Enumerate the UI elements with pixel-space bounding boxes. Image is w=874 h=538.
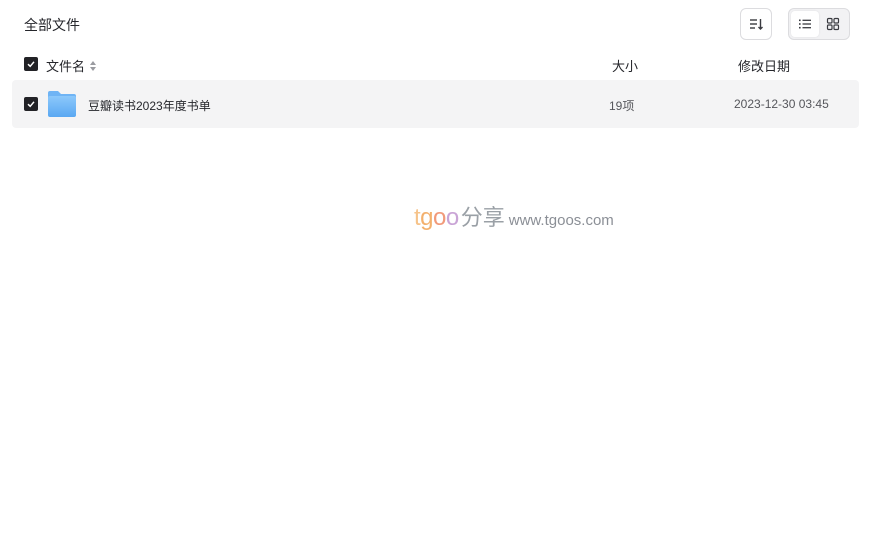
breadcrumb[interactable]: 全部文件 [24, 15, 80, 35]
list-view-icon [799, 19, 811, 29]
column-header-size: 大小 [612, 59, 639, 74]
sort-toggle-icon [90, 60, 97, 71]
column-header-name[interactable]: 文件名 [46, 56, 97, 75]
select-all-checkbox[interactable] [24, 57, 38, 71]
watermark-logo-cn: 分享 [460, 205, 505, 230]
column-header-date: 修改日期 [738, 59, 791, 74]
check-icon [27, 61, 35, 68]
watermark-logo-o1: o [433, 204, 446, 231]
watermark-logo-g: g [420, 204, 434, 231]
file-modified-date: 2023-12-30 03:45 [734, 97, 829, 111]
watermark-logo: tgoo [414, 204, 459, 232]
watermark-logo-o2: o [445, 204, 459, 231]
file-name[interactable]: 豆瓣读书2023年度书单 [88, 97, 211, 114]
column-header-name-label: 文件名 [46, 59, 86, 74]
sort-descending-icon [750, 19, 763, 30]
file-size: 19项 [609, 99, 635, 113]
watermark: tgoo 分享 www.tgoos.com [414, 200, 614, 232]
table-row[interactable]: 豆瓣读书2023年度书单 19项 2023-12-30 03:45 [12, 80, 859, 128]
sort-button[interactable] [740, 8, 772, 40]
list-view-button[interactable] [791, 11, 819, 37]
grid-view-button[interactable] [819, 11, 847, 37]
view-mode-switch [788, 8, 850, 40]
check-icon [27, 101, 35, 108]
watermark-url: www.tgoos.com [508, 212, 614, 229]
grid-view-icon [826, 17, 840, 31]
table-header: 文件名 大小 修改日期 [0, 52, 874, 76]
folder-icon [48, 91, 76, 117]
row-checkbox[interactable] [24, 97, 38, 111]
